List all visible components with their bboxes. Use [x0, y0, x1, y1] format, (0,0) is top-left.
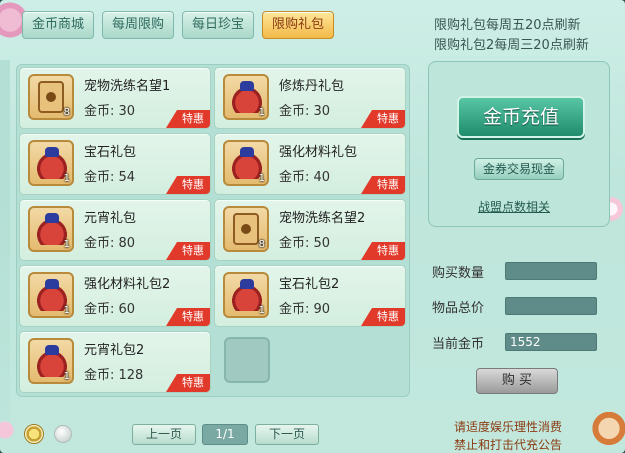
item-price: 金币: 30 [279, 104, 331, 119]
tab-limited-gift-pack[interactable]: 限购礼包 [262, 11, 335, 39]
item-price: 金币: 40 [279, 170, 331, 185]
item-name: 修炼丹礼包 [279, 79, 345, 94]
special-offer-badge: 特惠 [361, 110, 405, 128]
item-card[interactable]: 1 元宵礼包 金币: 80 特惠 [19, 199, 211, 261]
tab-daily-treasure[interactable]: 每日珍宝 [182, 11, 255, 39]
pearl-icon[interactable] [54, 425, 72, 443]
special-offer-badge: 特惠 [166, 242, 210, 260]
item-price: 金币: 60 [84, 302, 136, 317]
gold-recharge-button[interactable]: 金币充值 [457, 96, 585, 138]
special-offer-badge: 特惠 [361, 308, 405, 326]
tab-gold-mall[interactable]: 金币商城 [22, 11, 95, 39]
tab-weekly-limited[interactable]: 每周限购 [102, 11, 175, 39]
paw-icon [241, 224, 251, 234]
gift-bag-icon: 1 [28, 140, 74, 186]
special-offer-badge: 特惠 [166, 110, 210, 128]
item-quantity: 1 [258, 173, 265, 184]
item-price: 金币: 80 [84, 236, 136, 251]
item-quantity: 1 [258, 107, 265, 118]
item-quantity: 8 [63, 107, 70, 118]
refresh-notice-line1: 限购礼包每周五20点刷新 [434, 18, 581, 33]
item-quantity: 1 [63, 371, 70, 382]
pet-scroll-icon: 8 [28, 74, 74, 120]
item-name: 宠物洗练名望2 [279, 211, 366, 226]
prev-page-button[interactable]: 上一页 [132, 424, 196, 445]
item-name: 元宵礼包 [84, 211, 137, 226]
special-offer-badge: 特惠 [361, 176, 405, 194]
gift-bag-icon: 1 [223, 74, 269, 120]
item-name: 强化材料礼包2 [84, 277, 171, 292]
gift-bag-icon: 1 [28, 338, 74, 384]
pet-scroll-icon: 8 [223, 206, 269, 252]
item-card[interactable]: 1 宝石礼包 金币: 54 特惠 [19, 133, 211, 195]
item-card[interactable]: 1 元宵礼包2 金币: 128 特惠 [19, 331, 211, 393]
item-quantity: 1 [63, 173, 70, 184]
item-quantity: 8 [258, 239, 265, 250]
item-quantity: 1 [258, 305, 265, 316]
item-price: 金币: 30 [84, 104, 136, 119]
buy-button[interactable]: 购 买 [476, 368, 558, 394]
shop-tabs: 金币商城 每周限购 每日珍宝 限购礼包 [22, 11, 335, 39]
refresh-notice: 限购礼包每周五20点刷新 限购礼包2每周三20点刷新 [434, 16, 589, 56]
gift-bag-icon: 1 [223, 272, 269, 318]
gift-bag-icon: 1 [28, 272, 74, 318]
item-name: 元宵礼包2 [84, 343, 145, 358]
special-offer-badge: 特惠 [166, 176, 210, 194]
special-offer-badge: 特惠 [166, 374, 210, 392]
item-price: 金币: 54 [84, 170, 136, 185]
item-card[interactable]: 1 修炼丹礼包 金币: 30 特惠 [214, 67, 406, 129]
special-offer-badge: 特惠 [361, 242, 405, 260]
alliance-points-link[interactable]: 战盟点数相关 [478, 198, 550, 215]
refresh-notice-line2: 限购礼包2每周三20点刷新 [434, 38, 589, 53]
shop-panel: 金币商城 每周限购 每日珍宝 限购礼包 限购礼包每周五20点刷新 限购礼包2每周… [0, 0, 625, 453]
item-name: 强化材料礼包 [279, 145, 358, 160]
purchase-quantity-label: 购买数量 [432, 266, 485, 281]
item-price: 金币: 50 [279, 236, 331, 251]
item-card[interactable]: 8 宠物洗练名望1 金币: 30 特惠 [19, 67, 211, 129]
current-gold-label: 当前金币 [432, 337, 485, 352]
left-edge-decoration [0, 60, 10, 420]
gift-bag-icon: 1 [223, 140, 269, 186]
gift-bag-icon: 1 [28, 206, 74, 252]
total-price-field [505, 297, 597, 315]
empty-item-slot [224, 337, 270, 383]
current-gold-field: 1552 [505, 333, 597, 351]
item-quantity: 1 [63, 305, 70, 316]
paw-icon [46, 92, 56, 102]
page-indicator: 1/1 [202, 424, 248, 445]
item-card[interactable]: 1 强化材料礼包2 金币: 60 特惠 [19, 265, 211, 327]
moderate-spending-notice: 请适度娱乐理性消费 [454, 420, 563, 434]
magnifier-icon[interactable] [24, 424, 44, 444]
item-price: 金币: 90 [279, 302, 331, 317]
item-name: 宝石礼包 [84, 145, 137, 160]
next-page-button[interactable]: 下一页 [255, 424, 319, 445]
item-card[interactable]: 8 宠物洗练名望2 金币: 50 特惠 [214, 199, 406, 261]
flower-decoration-icon [0, 410, 18, 450]
item-card[interactable]: 1 强化材料礼包 金币: 40 特惠 [214, 133, 406, 195]
purchase-quantity-field[interactable] [505, 262, 597, 280]
item-name: 宝石礼包2 [279, 277, 340, 292]
coupon-cash-trade-button[interactable]: 金券交易现金 [474, 158, 564, 180]
total-price-label: 物品总价 [432, 301, 485, 316]
mascot-character-icon [592, 412, 625, 453]
item-card[interactable]: 1 宝石礼包2 金币: 90 特惠 [214, 265, 406, 327]
item-quantity: 1 [63, 239, 70, 250]
special-offer-badge: 特惠 [166, 308, 210, 326]
anti-proxy-recharge-notice-link[interactable]: 禁止和打击代充公告 [454, 436, 562, 453]
item-name: 宠物洗练名望1 [84, 79, 171, 94]
item-price: 金币: 128 [84, 368, 144, 383]
